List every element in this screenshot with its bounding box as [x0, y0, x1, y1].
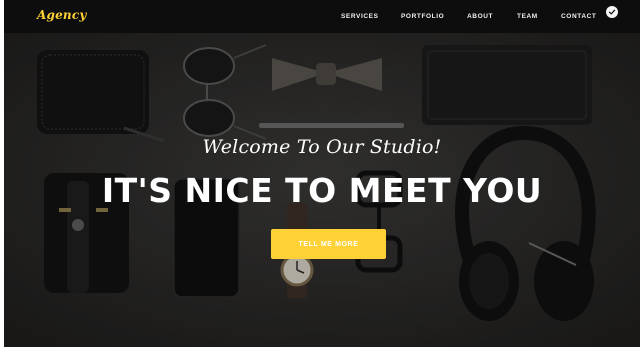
check-circle-icon[interactable]	[606, 6, 618, 18]
hero-subtitle: Welcome To Our Studio!	[202, 136, 442, 158]
nav-item-services[interactable]: SERVICES	[341, 13, 379, 20]
nav-item-team[interactable]: TEAM	[517, 13, 538, 20]
nav-item-about[interactable]: ABOUT	[467, 13, 493, 20]
page-frame: Agency SERVICES PORTFOLIO ABOUT TEAM CON…	[4, 0, 640, 347]
tell-me-more-button[interactable]: TELL ME MORE	[271, 229, 386, 259]
hero-section: Welcome To Our Studio! IT'S NICE TO MEET…	[4, 33, 640, 347]
hero-title: IT'S NICE TO MEET YOU	[101, 171, 543, 210]
nav-item-portfolio[interactable]: PORTFOLIO	[401, 13, 444, 20]
nav-item-contact[interactable]: CONTACT	[561, 13, 597, 20]
brand-logo[interactable]: Agency	[37, 8, 87, 22]
navbar: Agency SERVICES PORTFOLIO ABOUT TEAM CON…	[4, 0, 640, 33]
